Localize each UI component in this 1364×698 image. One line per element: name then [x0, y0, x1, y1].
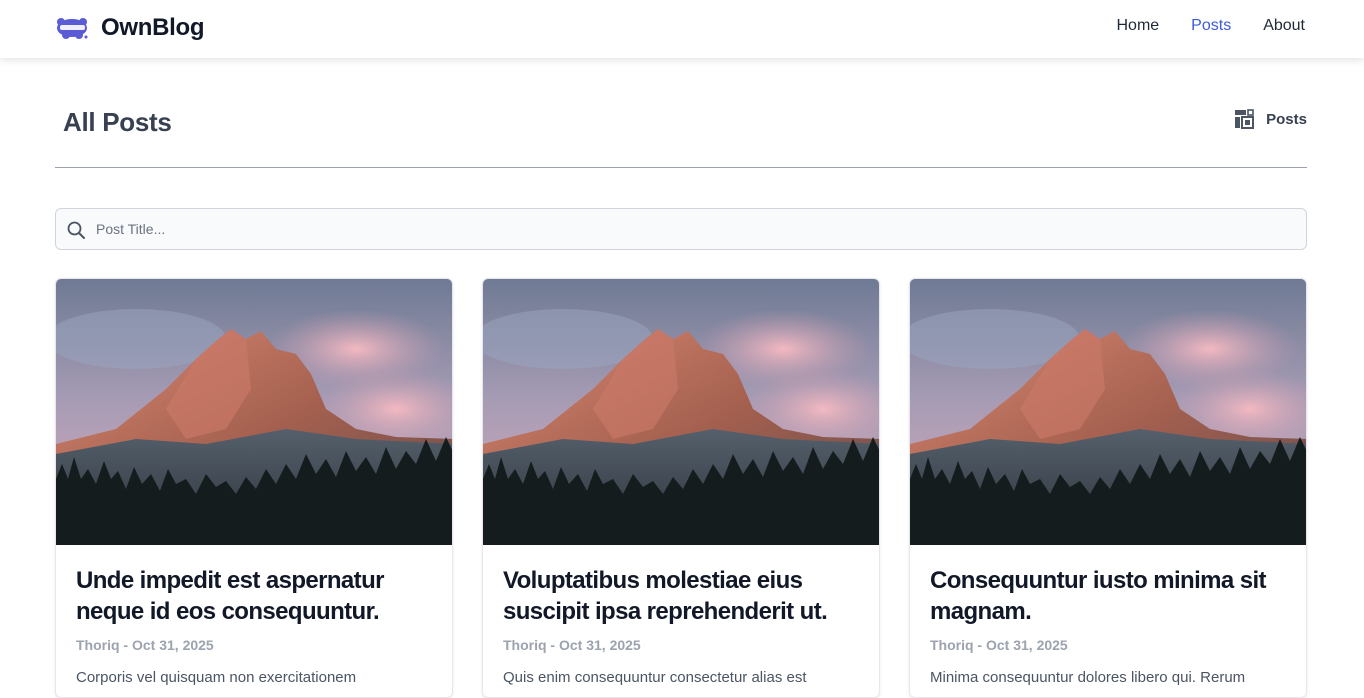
breadcrumb-label: Posts: [1266, 110, 1307, 128]
search-box: [55, 208, 1307, 250]
brand-link[interactable]: OwnBlog: [56, 12, 205, 44]
search-input[interactable]: [96, 209, 1296, 249]
post-cover-image: [56, 279, 453, 545]
breadcrumb-posts[interactable]: Posts: [1234, 109, 1307, 129]
post-card[interactable]: Consequuntur iusto minima sit magnam. Th…: [909, 278, 1307, 698]
post-cover-image: [910, 279, 1307, 545]
post-meta: Thoriq - Oct 31, 2025: [503, 637, 641, 653]
page-header: All Posts Posts: [55, 95, 1307, 168]
post-title[interactable]: Unde impedit est aspernatur neque id eos…: [76, 565, 436, 627]
nav-link-posts[interactable]: Posts: [1191, 17, 1231, 35]
post-title[interactable]: Consequuntur iusto minima sit magnam.: [930, 565, 1290, 627]
brand-name: OwnBlog: [101, 14, 205, 41]
search-icon: [67, 221, 85, 239]
post-excerpt: Quis enim consequuntur consectetur alias…: [503, 669, 807, 686]
post-excerpt: Minima consequuntur dolores libero qui. …: [930, 669, 1246, 686]
post-meta: Thoriq - Oct 31, 2025: [930, 637, 1068, 653]
post-card-body: Voluptatibus molestiae eius suscipit ips…: [503, 565, 863, 689]
post-card-body: Consequuntur iusto minima sit magnam. Th…: [930, 565, 1290, 689]
page-title: All Posts: [63, 107, 172, 137]
post-title[interactable]: Voluptatibus molestiae eius suscipit ips…: [503, 565, 863, 627]
nav-links: Home Posts About: [1116, 17, 1305, 35]
post-meta: Thoriq - Oct 31, 2025: [76, 637, 214, 653]
ownblog-logo-icon: [57, 18, 88, 39]
post-card[interactable]: Unde impedit est aspernatur neque id eos…: [55, 278, 453, 698]
navbar: OwnBlog Home Posts About: [0, 0, 1364, 58]
post-card-body: Unde impedit est aspernatur neque id eos…: [76, 565, 436, 689]
nav-link-about[interactable]: About: [1263, 17, 1305, 35]
post-card[interactable]: Voluptatibus molestiae eius suscipit ips…: [482, 278, 880, 698]
nav-link-home[interactable]: Home: [1116, 17, 1159, 35]
post-excerpt: Corporis vel quisquam non exercitationem: [76, 669, 357, 686]
layout-icon: [1235, 109, 1255, 129]
post-cover-image: [483, 279, 880, 545]
post-grid: Unde impedit est aspernatur neque id eos…: [55, 278, 1307, 698]
